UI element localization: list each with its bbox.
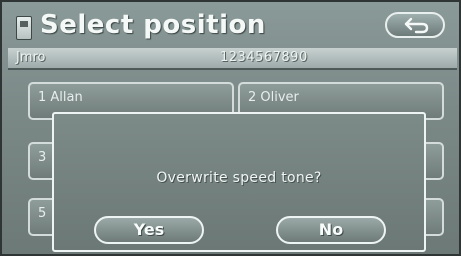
no-button[interactable]: No [276,216,386,244]
yes-button[interactable]: Yes [94,216,204,244]
slot-label: 5 [38,206,47,221]
slot-label: 3 [38,150,47,165]
title-bar: Select position [10,8,455,46]
contact-number: 1234567890 [220,50,308,65]
dialog-message: Overwrite speed tone? [156,170,322,186]
page-title: Select position [40,10,266,40]
contact-info-row: Jmro 1234567890 [8,48,457,70]
contact-name: Jmro [16,50,46,65]
back-button[interactable] [385,12,445,38]
phone-icon [16,16,32,40]
back-arrow-icon [404,17,429,34]
confirm-dialog: Overwrite speed tone? Yes No [52,112,426,252]
slot-label: 1 Allan [38,90,83,105]
slot-label: 2 Oliver [248,90,299,105]
phone-screen: Select position Jmro 1234567890 1 Allan … [0,0,461,256]
